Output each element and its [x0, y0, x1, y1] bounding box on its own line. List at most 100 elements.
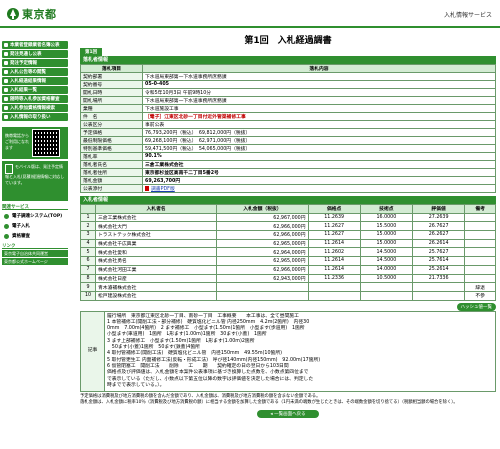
remarks [464, 212, 496, 223]
evaluation-value: 26.7627 [411, 221, 466, 232]
table-row: 3 トラストテック株式会社 62,966,000円 11.2627 15.0000 26.… [80, 230, 496, 240]
bidder-name: 株式会社大門 [94, 221, 218, 232]
table-row: 5 株式会社愛和 62,964,000円 11.2602 14.5000 25.7627 [80, 247, 496, 258]
back-to-list-button[interactable]: ◂ 一覧画面へ戻る [257, 410, 319, 419]
table-row: 10 松戸建設株式会社 不参 [80, 290, 496, 301]
column-header: 落札項目 [80, 64, 143, 73]
row-number: 3 [80, 230, 96, 240]
sidebar-item-order-plan[interactable]: 発注予定情報 [2, 59, 68, 67]
evaluation-value: 26.2627 [411, 230, 466, 240]
sidebar-item-registry[interactable]: 本業者登録業者名簿公表 [2, 41, 68, 49]
row-label: 開札日時 [80, 88, 143, 97]
sidebar-item-procurement[interactable]: 電子調達システム(TOP) [2, 212, 68, 220]
row-label: 業種 [80, 104, 143, 113]
row-label: 特別基準価格 [80, 144, 143, 153]
row-label: 落札金額 [80, 176, 143, 185]
page-title: 第1回 入札経過調書 [244, 36, 332, 46]
row-value: 69,268,100円（税込） 62,971,000円（税抜） [142, 136, 496, 145]
sidebar-item-order-outlook[interactable]: 発注見通し公表 [2, 50, 68, 58]
phone-icon [5, 164, 13, 174]
column-header: 入札者名 [94, 204, 218, 214]
bidder-table: 入札者名 入札金額（税抜） 価格点 技術点 評価値 備考 1 三倉工業株式会社 62… [80, 204, 496, 301]
bid-amount: 62,964,000円 [216, 247, 309, 258]
row-label: 公表添付 [80, 184, 143, 193]
tech-score: 15.0000 [359, 230, 414, 240]
evaluation-value [411, 282, 466, 292]
evaluation-value: 26.2614 [411, 238, 466, 249]
row-value: 90.1% [142, 152, 496, 161]
tech-score: 14.0000 [359, 264, 414, 275]
qr-label: 携帯電話からご利用になれます [5, 133, 29, 150]
row-number: 2 [80, 221, 96, 232]
table-row: 開札日時 令和5年10月3日 午前9時10分 [80, 88, 496, 97]
globe-icon [4, 213, 9, 219]
sidebar-item-result-list[interactable]: 入札結果一覧 [2, 86, 68, 94]
remarks [464, 264, 496, 275]
sidebar-link-official[interactable]: 東京都公式ホームページ [2, 258, 68, 265]
column-header [80, 204, 96, 214]
column-header: 評価値 [411, 204, 466, 214]
sidebar-item-announcements[interactable]: 入札公告等の閲覧 [2, 68, 68, 76]
row-value: 東京都杉並区高南千二丁目5番2号 [142, 168, 496, 177]
row-value: ［電子］江東区北砂一丁目付近外管渠補修工事 [142, 112, 496, 121]
remarks: 辞退 [464, 282, 496, 292]
winner-info-table: 落札項目 落札内容 契約部署 下水道局東部第一下水道事務所庶務課 契約番号 05-0… [80, 64, 496, 193]
bidder-name: 青木濬補株式会社 [94, 282, 218, 292]
sidebar-item-qualification-search[interactable]: 入札参加資格情報検索 [2, 104, 68, 112]
pdf-link-cell[interactable]: 調書PDF版 [142, 184, 496, 193]
list-icon [4, 88, 8, 92]
evaluation-value [411, 290, 466, 301]
notes-body: 履行場所 東京都江東区北砂一丁目、南砂一丁目 工事概要 本工事は、全て昼間施工 1… [104, 310, 496, 393]
table-row: 公表添付 調書PDF版 [80, 184, 496, 193]
hash-list-button[interactable]: ハッシュ値一覧 [456, 302, 496, 311]
table-row: 件 名 ［電子］江東区北砂一丁目付近外管渠補修工事 [80, 112, 496, 121]
row-value: 下水道局東部第一下水道事務所庶務課 [142, 72, 496, 81]
evaluation-value: 25.2614 [411, 264, 466, 275]
tech-score: 14.5000 [359, 247, 414, 258]
list-icon [4, 115, 8, 119]
bidder-name: 松戸建設株式会社 [94, 290, 218, 301]
sidebar-item-bid-results[interactable]: 入札経過結果情報 [2, 77, 68, 85]
mobile-info-panel: モバイル版は、発注予定情報と入札(見積)経過情報に対応しています。 [2, 161, 68, 201]
bidder-name: 株式会社河田工業 [94, 264, 218, 275]
table-row: 契約番号 05-0-405 [80, 80, 496, 89]
row-label: 契約部署 [80, 72, 143, 81]
table-row: 1 三倉工業株式会社 62,967,000円 11.2639 16.0000 27.263… [80, 212, 496, 223]
column-header: 入札金額（税抜） [216, 204, 309, 214]
winner-info-band: 落札者情報 [80, 56, 496, 64]
row-value: 令和5年10月3日 午前9時10分 [142, 88, 496, 97]
list-icon [4, 97, 8, 101]
row-label: 落札者住所 [80, 168, 143, 177]
price-score: 11.2614 [307, 264, 361, 275]
remarks [464, 238, 496, 249]
bid-amount [216, 290, 309, 301]
table-row: 落札率 90.1% [80, 152, 496, 161]
row-number: 5 [80, 247, 96, 258]
pdf-icon [145, 186, 149, 191]
sidebar-item-handling[interactable]: 入札情報の取り扱い [2, 113, 68, 121]
remarks [464, 230, 496, 240]
row-value: 三倉工業株式会社 [142, 160, 496, 169]
sidebar-item-screening[interactable]: 資格審査 [2, 232, 68, 240]
sidebar-item-ebid[interactable]: 電子入札 [2, 222, 68, 230]
row-label: 最低制限価格 [80, 136, 143, 145]
footer-notes: 予定価格は消費税及び地方消費税の額を含んだ金額であり、入札金額は、消費税及び地方… [80, 394, 496, 406]
bid-amount: 62,966,000円 [216, 230, 309, 240]
qr-code-icon [32, 129, 60, 157]
row-label: 件 名 [80, 112, 143, 121]
evaluation-value: 27.2639 [411, 212, 466, 223]
row-number: 6 [80, 256, 96, 266]
row-number: 4 [80, 238, 96, 249]
price-score [307, 290, 361, 301]
remarks: 不参 [464, 290, 496, 301]
sidebar-link-egov[interactable]: 東京電子自治体共同運営 [2, 250, 68, 257]
bidder-name: 株式会社勇名 [94, 256, 218, 266]
sidebar-item-qualification[interactable]: 随時等入札参加資格審査 [2, 95, 68, 103]
bidder-name: 株式会社愛和 [94, 247, 218, 258]
tokyo-logo[interactable]: 東京都 [6, 6, 57, 22]
bidder-name: 株式会社日産 [94, 273, 218, 284]
price-score: 11.2336 [307, 273, 361, 284]
pdf-link[interactable]: 調書PDF版 [151, 187, 175, 192]
table-row: 落札者氏名 三倉工業株式会社 [80, 160, 496, 169]
evaluation-value: 25.7627 [411, 247, 466, 258]
